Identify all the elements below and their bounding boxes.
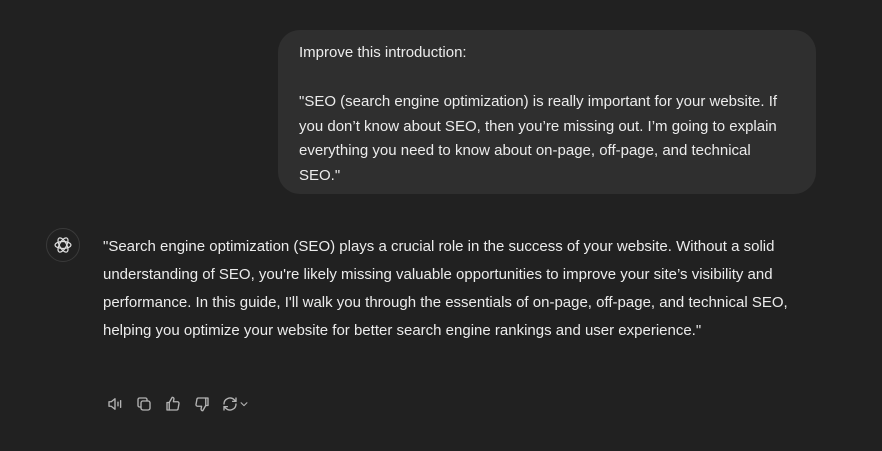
chevron-down-icon xyxy=(240,402,248,407)
user-message-line2: "SEO (search engine optimization) is rea… xyxy=(299,93,778,184)
user-message-line1: Improve this introduction: xyxy=(299,44,467,61)
regenerate-button[interactable] xyxy=(220,393,250,415)
chatgpt-logo-icon xyxy=(46,228,80,262)
thumbs-up-icon xyxy=(166,396,180,411)
thumbs-down-icon xyxy=(195,397,209,412)
good-response-button[interactable] xyxy=(162,393,184,415)
user-message-paragraph-gap xyxy=(299,66,796,91)
read-aloud-button[interactable] xyxy=(104,393,126,415)
regenerate-icon xyxy=(223,397,237,411)
speaker-icon xyxy=(108,398,122,410)
copy-icon xyxy=(137,397,151,411)
assistant-message-text: "Search engine optimization (SEO) plays … xyxy=(103,238,788,339)
user-message-bubble: Improve this introduction: "SEO (search … xyxy=(278,30,816,194)
bad-response-button[interactable] xyxy=(191,393,213,415)
message-actions xyxy=(104,393,257,415)
copy-button[interactable] xyxy=(133,393,155,415)
